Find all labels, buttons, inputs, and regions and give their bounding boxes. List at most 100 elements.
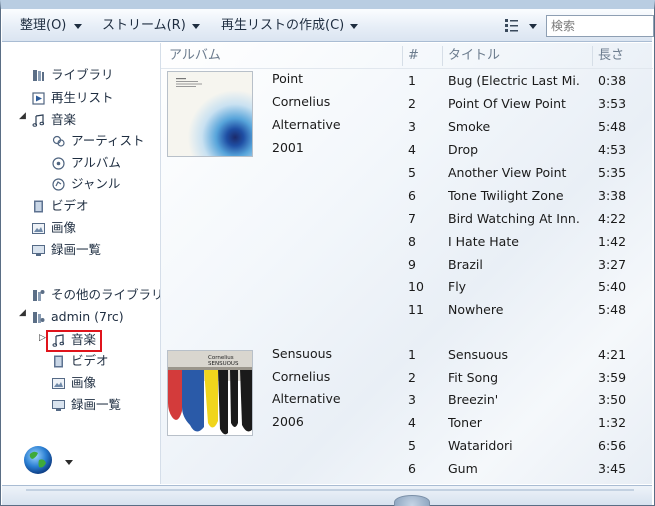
track-number[interactable]: 7 <box>408 208 438 230</box>
other-libraries-icon <box>33 290 45 301</box>
organize-chevron-down-icon[interactable] <box>74 24 82 29</box>
nav-label: アルバム <box>71 155 121 170</box>
track-title[interactable]: Gum <box>448 458 581 480</box>
album-cover-sensuous-image: Cornelius SENSUOUS <box>168 351 252 435</box>
library-icon <box>33 70 44 81</box>
organize-menu[interactable]: 整理(O) <box>20 18 66 34</box>
album-icon <box>52 157 65 170</box>
track-number[interactable]: 5 <box>408 162 438 184</box>
track-title[interactable]: Tone Twilight Zone <box>448 185 581 207</box>
track-title[interactable]: Sensuous <box>448 344 581 366</box>
album-artist[interactable]: Cornelius <box>272 367 330 387</box>
track-length[interactable]: 5:48 <box>598 116 648 138</box>
track-title[interactable]: Toner <box>448 412 581 434</box>
track-title[interactable]: Wataridori <box>448 435 581 457</box>
track-length[interactable]: 5:40 <box>598 276 648 298</box>
track-length[interactable]: 3:38 <box>598 185 648 207</box>
track-number[interactable]: 10 <box>408 276 438 298</box>
album-title[interactable]: Sensuous <box>272 344 332 364</box>
track-number[interactable]: 6 <box>408 185 438 207</box>
track-title[interactable]: Nowhere <box>448 299 581 321</box>
track-number[interactable]: 5 <box>408 435 438 457</box>
album-art-sensuous[interactable]: Cornelius SENSUOUS <box>167 350 253 436</box>
album-year[interactable]: 2006 <box>272 412 304 432</box>
track-number[interactable]: 9 <box>408 254 438 276</box>
genre-icon <box>52 178 65 191</box>
remote-music-expander-icon[interactable]: ▷ <box>39 333 46 343</box>
track-number[interactable]: 1 <box>408 344 438 366</box>
nav-label: 録画一覧 <box>71 397 122 412</box>
cover-text-title: SENSUOUS <box>208 361 239 367</box>
track-title[interactable]: I Hate Hate <box>448 231 581 253</box>
track-title[interactable]: Smoke <box>448 116 581 138</box>
create-playlist-menu[interactable]: 再生リストの作成(C) <box>221 18 344 34</box>
column-separator[interactable] <box>442 46 443 66</box>
toolbar: 整理(O) ストリーム(R) 再生リストの作成(C) 検索 <box>2 9 654 42</box>
album-title[interactable]: Point <box>272 69 303 89</box>
track-length[interactable]: 6:56 <box>598 435 648 457</box>
track-number[interactable]: 11 <box>408 299 438 321</box>
search-input[interactable]: 検索 <box>546 15 654 37</box>
track-title[interactable]: Bug (Electric Last Mi... <box>448 70 581 92</box>
track-length[interactable]: 3:59 <box>598 367 648 389</box>
column-header-album[interactable]: アルバム <box>169 43 221 68</box>
create-playlist-chevron-down-icon[interactable] <box>350 24 358 29</box>
track-number[interactable]: 2 <box>408 93 438 115</box>
track-title[interactable]: Bird Watching At Inn... <box>448 208 581 230</box>
artist-icon <box>52 135 65 147</box>
track-title[interactable]: Brazil <box>448 254 581 276</box>
album-genre[interactable]: Alternative <box>272 115 341 135</box>
album-artist[interactable]: Cornelius <box>272 92 330 112</box>
track-length[interactable]: 1:42 <box>598 231 648 253</box>
track-number[interactable]: 3 <box>408 389 438 411</box>
column-separator[interactable] <box>402 46 403 66</box>
track-length[interactable]: 4:53 <box>598 139 648 161</box>
column-header-title[interactable]: タイトル <box>448 43 500 68</box>
column-header-length[interactable]: 長さ <box>598 43 624 68</box>
album-year[interactable]: 2001 <box>272 138 304 158</box>
online-stores-globe-icon[interactable] <box>22 444 54 476</box>
track-title[interactable]: Point Of View Point <box>448 93 581 115</box>
track-title[interactable]: Fly <box>448 276 581 298</box>
seek-bar[interactable] <box>26 489 634 491</box>
view-options-chevron-down-icon[interactable] <box>529 24 537 29</box>
view-options-icon[interactable] <box>505 19 519 32</box>
track-number[interactable]: 2 <box>408 367 438 389</box>
nav-label: アーティスト <box>71 133 145 148</box>
track-length[interactable]: 3:45 <box>598 458 648 480</box>
play-button[interactable] <box>394 495 430 506</box>
remote-user-expander-icon[interactable]: ◢ <box>19 308 26 318</box>
track-length[interactable]: 5:35 <box>598 162 648 184</box>
recorded-tv-icon <box>32 245 45 256</box>
album-art-point[interactable] <box>167 71 253 157</box>
remote-library-icon <box>33 312 45 323</box>
track-number[interactable]: 6 <box>408 458 438 480</box>
music-note-icon <box>32 114 45 127</box>
track-length[interactable]: 0:38 <box>598 70 648 92</box>
globe-chevron-down-icon[interactable] <box>65 460 73 465</box>
stream-chevron-down-icon[interactable] <box>192 24 200 29</box>
track-title[interactable]: Breezin' <box>448 389 581 411</box>
track-title[interactable]: Another View Point <box>448 162 581 184</box>
track-length[interactable]: 5:48 <box>598 299 648 321</box>
column-header-number[interactable]: # <box>408 43 419 68</box>
track-length[interactable]: 4:21 <box>598 344 648 366</box>
track-number[interactable]: 3 <box>408 116 438 138</box>
track-length[interactable]: 4:22 <box>598 208 648 230</box>
track-length[interactable]: 3:53 <box>598 93 648 115</box>
track-title[interactable]: Drop <box>448 139 581 161</box>
track-number[interactable]: 4 <box>408 139 438 161</box>
track-number[interactable]: 4 <box>408 412 438 434</box>
nav-label: ライブラリ <box>51 67 114 82</box>
track-length[interactable]: 1:32 <box>598 412 648 434</box>
track-length[interactable]: 3:50 <box>598 389 648 411</box>
stream-menu[interactable]: ストリーム(R) <box>102 18 186 34</box>
track-number[interactable]: 8 <box>408 231 438 253</box>
album-genre[interactable]: Alternative <box>272 389 341 409</box>
music-expander-icon[interactable]: ◢ <box>19 111 26 121</box>
track-number[interactable]: 1 <box>408 70 438 92</box>
track-length[interactable]: 3:27 <box>598 254 648 276</box>
column-separator[interactable] <box>592 46 593 66</box>
track-title[interactable]: Fit Song <box>448 367 581 389</box>
player-controls-bar <box>2 485 652 506</box>
